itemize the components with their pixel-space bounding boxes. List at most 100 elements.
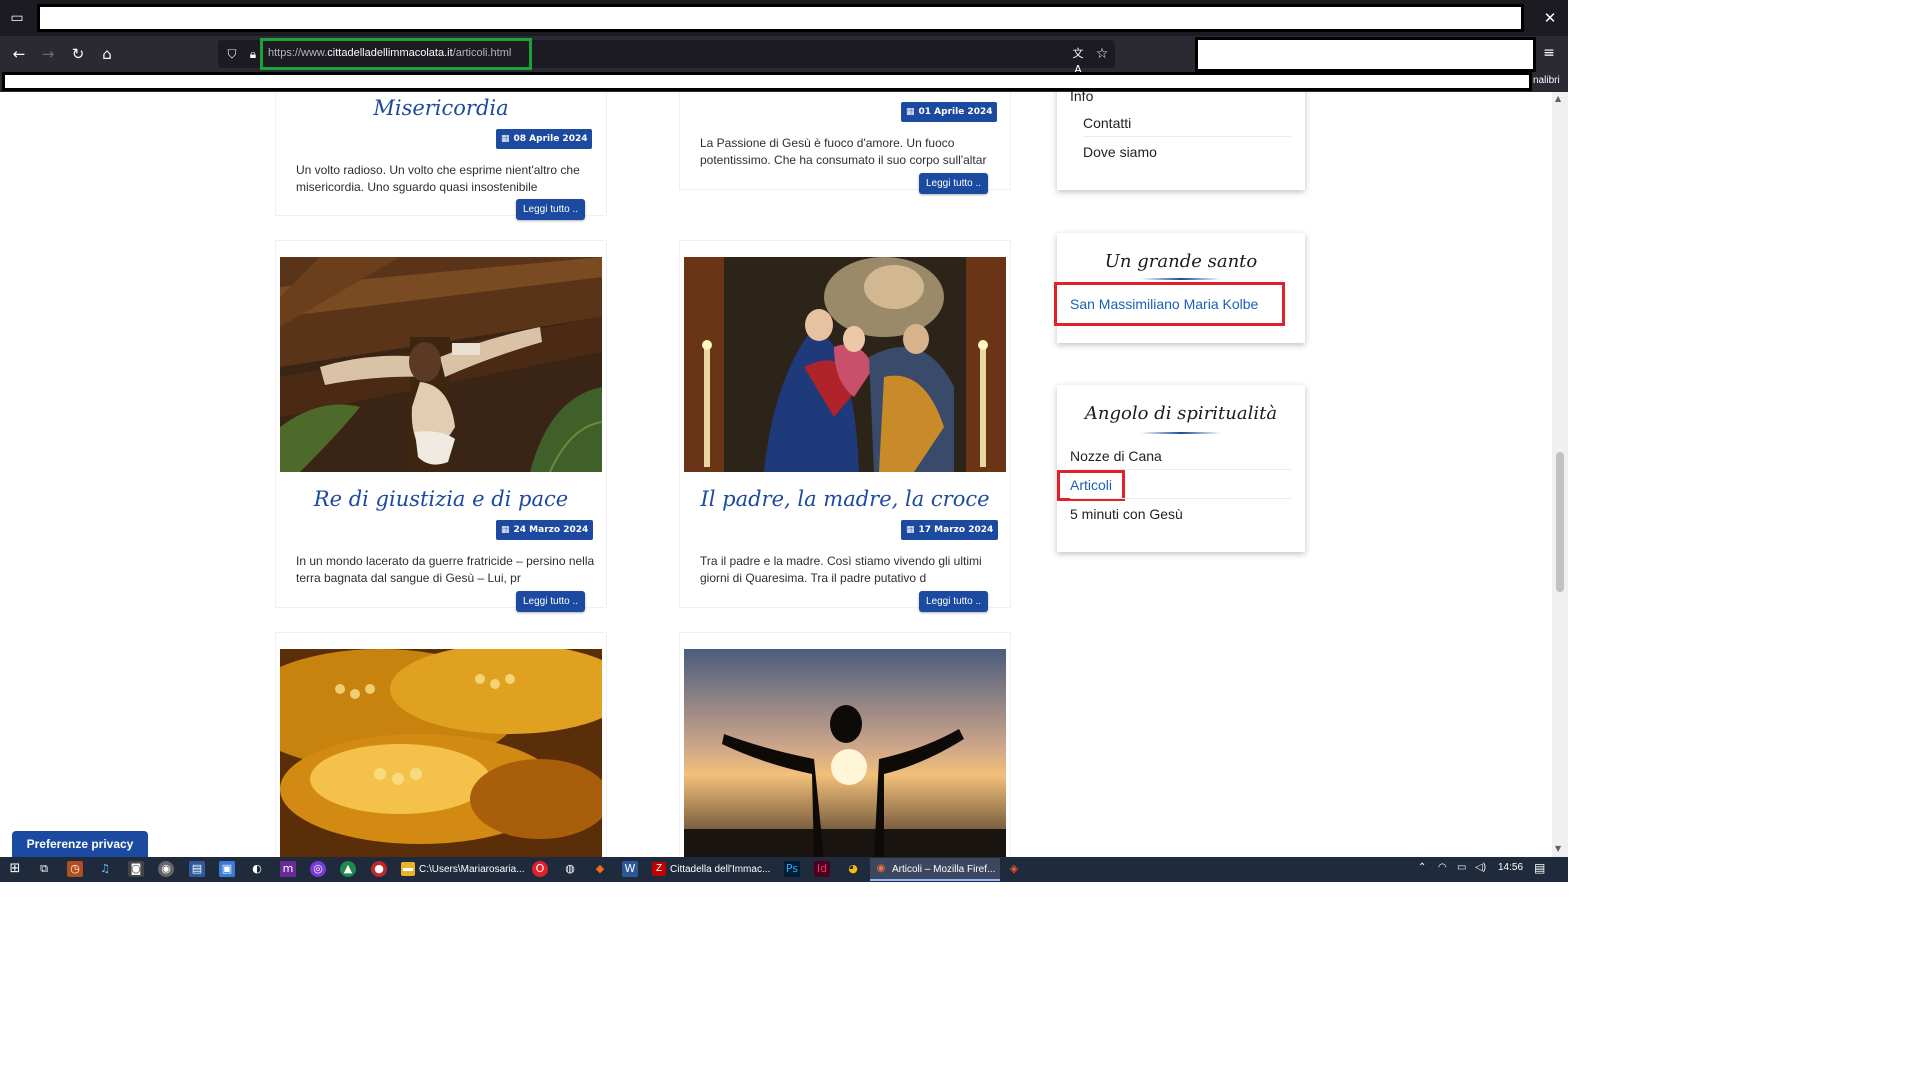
app-icon[interactable]: ◍	[562, 861, 578, 877]
divider	[1070, 498, 1291, 499]
music-app-icon[interactable]: ♫	[97, 861, 113, 877]
chrome-icon[interactable]: ◕	[845, 861, 861, 877]
article-card: Re di giustizia e di pace ▦ 24 Marzo 2024…	[275, 240, 607, 612]
article-title[interactable]: Misericordia	[276, 96, 606, 120]
read-more-button[interactable]: Leggi tutto ..	[919, 591, 989, 612]
calendar-icon: ▦	[501, 134, 510, 144]
calendar-icon: ▦	[906, 525, 915, 535]
url-prefix: https://www.	[268, 47, 328, 59]
taskbar-item-filezilla[interactable]: Z Cittadella dell'Immac...	[648, 858, 778, 881]
back-icon[interactable]: ←	[9, 44, 29, 64]
article-excerpt: Tra il padre e la madre. Così stiamo viv…	[700, 554, 982, 585]
date-text: 17 Marzo 2024	[918, 525, 994, 535]
scroll-up-arrow-icon[interactable]: ▲	[1555, 94, 1561, 103]
date-text: 08 Aprile 2024	[513, 134, 588, 144]
article-title[interactable]: Re di giustizia e di pace	[276, 487, 606, 511]
tab-bar: ▭ ✕	[0, 0, 1568, 36]
widget-title: Un grande santo	[1104, 251, 1258, 272]
indesign-icon[interactable]: Id	[814, 861, 830, 877]
clock-app-icon[interactable]: ◷	[67, 861, 83, 877]
windows-taskbar: ⊞ ⧉ ◷ ♫ ◙ ◉ ▤ ▣ ◐ m ◎ ▲ ● ▬ C:\Users\Mari…	[0, 857, 1568, 882]
reload-icon[interactable]: ↻	[68, 44, 88, 64]
sidebar-link-nozze-di-cana[interactable]: Nozze di Cana	[1070, 448, 1162, 464]
spirituality-widget: Angolo di spiritualità Nozze di Cana Art…	[1057, 385, 1305, 552]
scroll-thumb[interactable]	[1556, 452, 1564, 592]
article-card: ▦ 01 Aprile 2024 La Passione di Gesù è fu…	[679, 92, 1011, 194]
article-title[interactable]: Il padre, la madre, la croce	[680, 487, 1010, 511]
filezilla-icon: Z	[652, 862, 666, 876]
date-text: 01 Aprile 2024	[918, 107, 993, 117]
task-view-icon[interactable]: ⧉	[36, 861, 52, 877]
task-label: C:\Users\Mariarosaria...	[419, 864, 525, 875]
bookmark-star-icon[interactable]: ☆	[1093, 45, 1111, 63]
app-icon[interactable]: ◉	[158, 861, 174, 877]
app-icon[interactable]: ▲	[340, 861, 356, 877]
article-card	[275, 632, 607, 857]
photoshop-icon[interactable]: Ps	[784, 861, 800, 877]
clock-time[interactable]: 14:56	[1498, 862, 1523, 873]
taskbar-item-firefox[interactable]: ◉ Articoli – Mozilla Firef...	[870, 858, 1000, 881]
lock-icon[interactable]: 🔒︎	[246, 46, 260, 62]
home-icon[interactable]: ⌂	[97, 44, 117, 64]
tab-list-icon[interactable]: ▭	[8, 9, 26, 27]
sidebar-link-contatti[interactable]: Contatti	[1083, 115, 1131, 131]
widget-title: Angolo di spiritualità	[1084, 403, 1278, 424]
shield-icon[interactable]: ⛉	[224, 46, 240, 62]
navigation-bar: ← → ↻ ⌂ ⛉ 🔒︎ https://www.cittadelladelli…	[0, 36, 1568, 76]
article-excerpt: La Passione di Gesù è fuoco d'amore. Un …	[700, 136, 987, 167]
scroll-down-arrow-icon[interactable]: ▼	[1555, 844, 1561, 853]
redacted-toolbar	[1195, 37, 1536, 72]
forward-icon[interactable]: →	[38, 44, 58, 64]
close-icon[interactable]: ✕	[1540, 8, 1560, 28]
title-underline	[1141, 278, 1221, 280]
app-icon[interactable]: ◐	[249, 861, 265, 877]
word-icon[interactable]: W	[622, 861, 638, 877]
windows-start-icon[interactable]: ⊞	[7, 861, 23, 877]
notifications-icon[interactable]: ▤	[1534, 861, 1545, 875]
tray-chevron-icon[interactable]: ⌃	[1418, 862, 1426, 873]
firefox-icon: ◉	[876, 863, 886, 874]
read-more-button[interactable]: Leggi tutto ..	[516, 591, 586, 612]
url-bar[interactable]: ⛉ 🔒︎ https://www.cittadelladellimmacolat…	[218, 38, 1115, 76]
wifi-icon[interactable]: ◠	[1438, 862, 1447, 873]
honeycomb-image[interactable]	[280, 649, 602, 857]
app-icon[interactable]: m	[280, 861, 296, 877]
article-card: Misericordia ▦ 08 Aprile 2024 Un volto ra…	[275, 92, 607, 220]
article-card: Il padre, la madre, la croce ▦ 17 Marzo 2…	[679, 240, 1011, 612]
hamburger-menu-icon[interactable]: ≡	[1540, 44, 1558, 62]
app-icon[interactable]: ●	[371, 861, 387, 877]
date-badge: ▦ 17 Marzo 2024	[901, 520, 999, 540]
opera-icon[interactable]: O	[532, 861, 548, 877]
read-more-button[interactable]: Leggi tutto ..	[516, 199, 586, 220]
brave-icon[interactable]: ◈	[1006, 861, 1022, 877]
sidebar-link-articoli[interactable]: Articoli	[1070, 477, 1112, 493]
battery-icon[interactable]: ▭	[1457, 862, 1466, 873]
page-scrollbar[interactable]: ▲ ▼	[1552, 92, 1568, 857]
taskbar-item-explorer[interactable]: ▬ C:\Users\Mariarosaria...	[397, 858, 525, 881]
volume-icon[interactable]: ◁)	[1475, 862, 1486, 873]
calendar-icon: ▦	[501, 525, 510, 535]
article-excerpt: Un volto radioso. Un volto che esprime n…	[296, 163, 580, 194]
camera-app-icon[interactable]: ◙	[128, 861, 144, 877]
app-icon[interactable]: ◆	[592, 861, 608, 877]
read-more-button[interactable]: Leggi tutto ..	[919, 173, 989, 194]
man-at-sunset-image[interactable]	[684, 649, 1006, 857]
document-app-icon[interactable]: ▤	[189, 861, 205, 877]
app-icon[interactable]: ◎	[310, 861, 326, 877]
bookmark-item[interactable]: nalibri	[1533, 75, 1560, 86]
app-icon[interactable]: ▣	[219, 861, 235, 877]
crucifix-image[interactable]	[280, 257, 602, 472]
sidebar-link-5-minuti[interactable]: 5 minuti con Gesù	[1070, 506, 1183, 522]
privacy-preferences-button[interactable]: Preferenze privacy	[12, 831, 148, 857]
calendar-icon: ▦	[906, 107, 915, 117]
bookmarks-bar: nalibri	[0, 72, 1568, 92]
redacted-tabs	[37, 4, 1524, 32]
sidebar-link-dove-siamo[interactable]: Dove siamo	[1083, 144, 1157, 160]
sidebar-link-kolbe[interactable]: San Massimiliano Maria Kolbe	[1070, 296, 1258, 312]
holy-family-painting-image[interactable]	[684, 257, 1006, 472]
article-card	[679, 632, 1011, 857]
article-excerpt: In un mondo lacerato da guerre fratricid…	[296, 554, 595, 585]
url-text[interactable]: https://www.cittadelladellimmacolata.it/…	[268, 47, 511, 59]
translate-icon[interactable]: 文A	[1070, 46, 1086, 76]
title-underline	[1141, 432, 1221, 434]
